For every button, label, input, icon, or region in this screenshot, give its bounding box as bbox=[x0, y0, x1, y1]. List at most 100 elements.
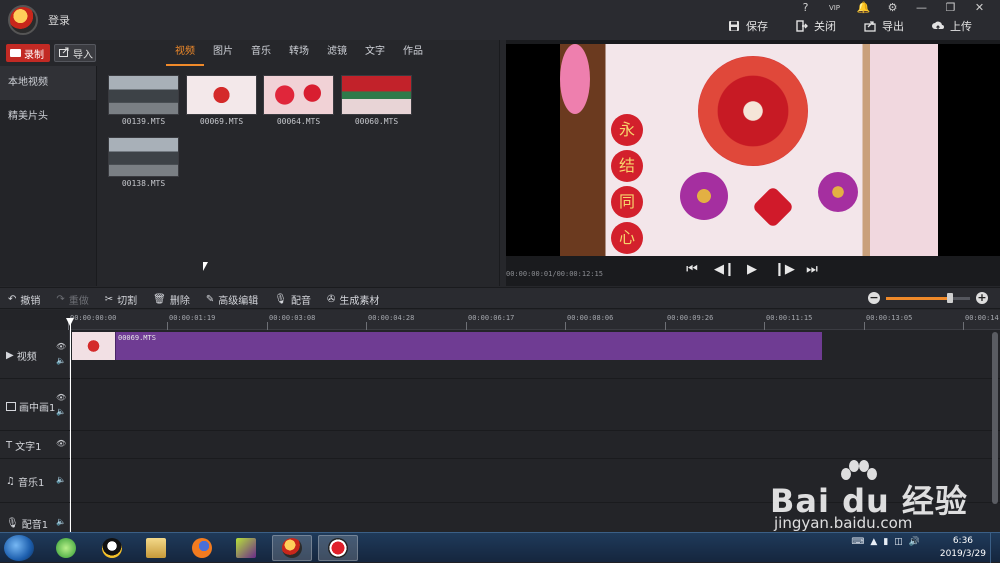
advanced-edit-button[interactable]: ✎ 高级编辑 bbox=[206, 292, 258, 307]
tab-text[interactable]: 文字 bbox=[356, 40, 394, 66]
windows-taskbar: ⌨ ▲ ▮ ◫ 🔊 6:36 2019/3/29 bbox=[0, 532, 1000, 563]
bell-icon[interactable]: 🔔 bbox=[849, 0, 878, 16]
watermark-url: jingyan.baidu.com bbox=[774, 514, 913, 532]
media-item[interactable]: 00138.MTS bbox=[108, 137, 179, 188]
media-thumbnail bbox=[108, 75, 179, 115]
track-label: T 文字1 bbox=[6, 438, 41, 453]
login-link[interactable]: 登录 bbox=[48, 12, 70, 28]
help-icon[interactable]: ? bbox=[791, 0, 820, 16]
sidebar-item-local-video[interactable]: 本地视频 bbox=[0, 66, 96, 100]
taskbar-clock[interactable]: 6:36 2019/3/29 bbox=[940, 535, 986, 561]
zoom-slider[interactable] bbox=[886, 292, 970, 303]
close-window-icon[interactable]: ✕ bbox=[965, 0, 994, 16]
save-button[interactable]: 保存 bbox=[728, 18, 768, 34]
video-track-icon: ▶ bbox=[6, 350, 14, 361]
keyboard-icon[interactable]: ⌨ bbox=[851, 537, 864, 547]
balloon-shape bbox=[560, 44, 590, 114]
timeline-ruler[interactable]: 00:00:00:00 00:00:01:19 00:00:03:08 00:0… bbox=[67, 310, 1000, 330]
device-icon[interactable]: ▮ bbox=[883, 537, 888, 547]
scissors-icon: ✂ bbox=[104, 293, 114, 305]
tab-image[interactable]: 图片 bbox=[204, 40, 242, 66]
taskbar-app-recorder[interactable] bbox=[318, 535, 358, 561]
video-preview[interactable]: 永 结 同 心 bbox=[506, 44, 1000, 256]
media-filename: 00069.MTS bbox=[199, 117, 244, 126]
export-button[interactable]: 导出 bbox=[864, 18, 904, 34]
save-icon bbox=[728, 20, 740, 32]
zoom-in-icon[interactable]: + bbox=[976, 292, 988, 304]
show-desktop-button[interactable] bbox=[990, 533, 1000, 563]
skip-start-icon[interactable]: ⏮ bbox=[684, 262, 700, 277]
speaker-icon[interactable]: 🔈 bbox=[56, 356, 66, 365]
tab-works[interactable]: 作品 bbox=[394, 40, 432, 66]
taskbar-app-explorer[interactable] bbox=[136, 535, 176, 561]
speaker-icon[interactable]: 🔈 bbox=[56, 475, 66, 484]
preview-panel: 永 结 同 心 00:00:00:01/00:00:12:15 ⏮ ◀︎❙ ▶ … bbox=[506, 40, 1000, 286]
eye-icon[interactable]: 👁 bbox=[56, 342, 66, 351]
taskbar-app-player[interactable] bbox=[226, 535, 266, 561]
play-icon[interactable]: ▶ bbox=[744, 262, 760, 277]
tray-expand-icon[interactable]: ▲ bbox=[870, 537, 877, 547]
pencil-icon: ✎ bbox=[205, 293, 215, 305]
skip-end-icon[interactable]: ⏭ bbox=[804, 262, 820, 277]
record-button[interactable]: 录制 bbox=[6, 44, 50, 62]
clock-date: 2019/3/29 bbox=[939, 549, 986, 559]
taskbar-app-editor[interactable] bbox=[272, 535, 312, 561]
media-item[interactable]: 00060.MTS bbox=[341, 75, 412, 126]
media-item[interactable]: 00139.MTS bbox=[108, 75, 179, 126]
start-button[interactable] bbox=[4, 535, 34, 561]
generate-material-label: 生成素材 bbox=[339, 295, 380, 307]
speaker-icon[interactable]: 🔈 bbox=[56, 407, 66, 416]
taskbar-app-firefox[interactable] bbox=[182, 535, 222, 561]
media-player-icon bbox=[236, 538, 256, 558]
video-clip[interactable]: 00069.MTS bbox=[72, 332, 822, 360]
taskbar-app-360[interactable] bbox=[46, 535, 86, 561]
track-label: 画中画1 bbox=[6, 399, 55, 414]
step-forward-icon[interactable]: ❙▶︎ bbox=[774, 262, 795, 277]
track-name: 文字1 bbox=[15, 442, 42, 453]
preview-timecode: 00:00:00:01/00:00:12:15 bbox=[506, 270, 603, 278]
ruler-tick-label: 00:00:08:06 bbox=[564, 314, 614, 330]
speaker-icon[interactable]: 🔈 bbox=[56, 517, 66, 526]
pip-track-icon bbox=[6, 402, 16, 411]
generate-material-button[interactable]: ✇ 生成素材 bbox=[327, 292, 379, 307]
playhead[interactable] bbox=[66, 318, 74, 532]
eye-icon[interactable]: 👁 bbox=[56, 439, 66, 448]
volume-icon[interactable]: 🔊 bbox=[909, 537, 920, 547]
vip-icon[interactable]: VIP bbox=[820, 0, 849, 16]
tab-music[interactable]: 音乐 bbox=[242, 40, 280, 66]
restore-icon[interactable]: ❐ bbox=[936, 0, 965, 16]
flower-balloon bbox=[680, 172, 728, 220]
save-label: 保存 bbox=[746, 20, 768, 33]
microphone-icon: 🎙 bbox=[274, 293, 287, 305]
close-project-button[interactable]: 关闭 bbox=[796, 18, 836, 34]
library-tabs: 视频 图片 音乐 转场 滤镜 文字 作品 bbox=[166, 40, 432, 66]
tab-transition[interactable]: 转场 bbox=[280, 40, 318, 66]
minimize-icon[interactable]: — bbox=[907, 0, 936, 16]
upload-button[interactable]: 上传 bbox=[932, 18, 972, 34]
gear-icon[interactable]: ⚙ bbox=[878, 0, 907, 16]
tab-video[interactable]: 视频 bbox=[166, 40, 204, 66]
timeline-scrollbar[interactable] bbox=[992, 332, 998, 504]
ruler-tick-label: 00:00:00:00 bbox=[67, 314, 117, 330]
media-item[interactable]: 00069.MTS bbox=[186, 75, 257, 126]
sidebar-item-intros[interactable]: 精美片头 bbox=[0, 100, 96, 134]
track-pip: 画中画1 👁 🔈 bbox=[0, 379, 1000, 431]
network-icon[interactable]: ◫ bbox=[894, 537, 903, 547]
taskbar-app-qq[interactable] bbox=[92, 535, 132, 561]
step-back-icon[interactable]: ◀︎❙ bbox=[714, 262, 735, 277]
top-actions: 保存 关闭 导出 上传 bbox=[728, 18, 1000, 34]
zoom-slider-handle[interactable] bbox=[946, 292, 953, 303]
eye-icon[interactable]: 👁 bbox=[56, 393, 66, 402]
voiceover-button[interactable]: 🎙 配音 bbox=[274, 292, 311, 307]
zoom-out-icon[interactable]: − bbox=[868, 292, 880, 304]
media-item[interactable]: 00064.MTS bbox=[263, 75, 334, 126]
voiceover-label: 配音 bbox=[290, 295, 311, 307]
import-button[interactable]: 导入 bbox=[54, 44, 96, 62]
tab-filter[interactable]: 滤镜 bbox=[318, 40, 356, 66]
video-editor-app: 登录 ? VIP 🔔 ⚙ — ❐ ✕ 保存 关闭 导出 上传 录制 导入 视频 … bbox=[0, 0, 1000, 532]
undo-icon: ↶ bbox=[8, 293, 17, 305]
cut-button[interactable]: ✂ 切割 bbox=[105, 292, 137, 307]
undo-button[interactable]: ↶ 撤销 bbox=[8, 292, 40, 307]
redo-button[interactable]: ↷ 重做 bbox=[56, 292, 88, 307]
delete-button[interactable]: 🗑 删除 bbox=[153, 292, 190, 307]
